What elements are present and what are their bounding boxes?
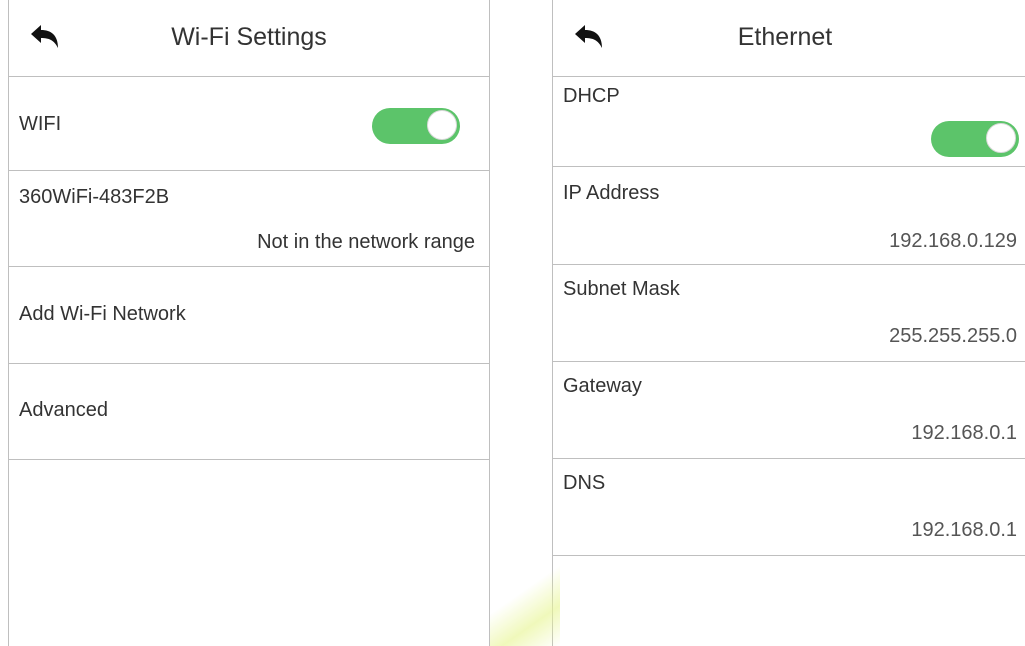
- ip-address-label: IP Address: [563, 182, 660, 204]
- ethernet-header: Ethernet: [553, 0, 1025, 77]
- add-network-label: Add Wi-Fi Network: [19, 303, 186, 325]
- ethernet-screen: Ethernet DHCP IP Address 192.168.0.129 S…: [552, 0, 1025, 646]
- dns-row[interactable]: DNS 192.168.0.1: [553, 459, 1025, 556]
- dhcp-toggle[interactable]: [931, 121, 1019, 157]
- gateway-value: 192.168.0.1: [911, 422, 1017, 444]
- advanced-label: Advanced: [19, 399, 108, 421]
- wifi-toggle[interactable]: [372, 108, 460, 144]
- ip-address-value: 192.168.0.129: [889, 230, 1017, 252]
- page-title: Wi-Fi Settings: [171, 23, 327, 51]
- decorative-accent: [490, 560, 560, 646]
- network-status: Not in the network range: [257, 231, 475, 253]
- wifi-settings-screen: Wi-Fi Settings WIFI 360WiFi-483F2B Not i…: [8, 0, 490, 646]
- advanced-button[interactable]: Advanced: [9, 364, 489, 460]
- dhcp-label: DHCP: [563, 85, 620, 107]
- gateway-label: Gateway: [563, 375, 642, 397]
- wifi-toggle-row[interactable]: WIFI: [9, 76, 489, 171]
- dns-value: 192.168.0.1: [911, 519, 1017, 541]
- toggle-knob: [986, 123, 1016, 153]
- wifi-header: Wi-Fi Settings: [9, 0, 489, 77]
- subnet-mask-value: 255.255.255.0: [889, 325, 1017, 347]
- add-wifi-network-button[interactable]: Add Wi-Fi Network: [9, 267, 489, 364]
- dhcp-row[interactable]: DHCP: [553, 76, 1025, 167]
- wifi-label: WIFI: [19, 113, 62, 135]
- subnet-mask-label: Subnet Mask: [563, 278, 680, 300]
- ip-address-row[interactable]: IP Address 192.168.0.129: [553, 167, 1025, 265]
- gateway-row[interactable]: Gateway 192.168.0.1: [553, 362, 1025, 459]
- subnet-mask-row[interactable]: Subnet Mask 255.255.255.0: [553, 265, 1025, 362]
- page-title: Ethernet: [737, 23, 833, 51]
- dns-label: DNS: [563, 472, 606, 494]
- toggle-knob: [427, 110, 457, 140]
- network-ssid: 360WiFi-483F2B: [19, 186, 170, 208]
- wifi-network-item[interactable]: 360WiFi-483F2B Not in the network range: [9, 171, 489, 267]
